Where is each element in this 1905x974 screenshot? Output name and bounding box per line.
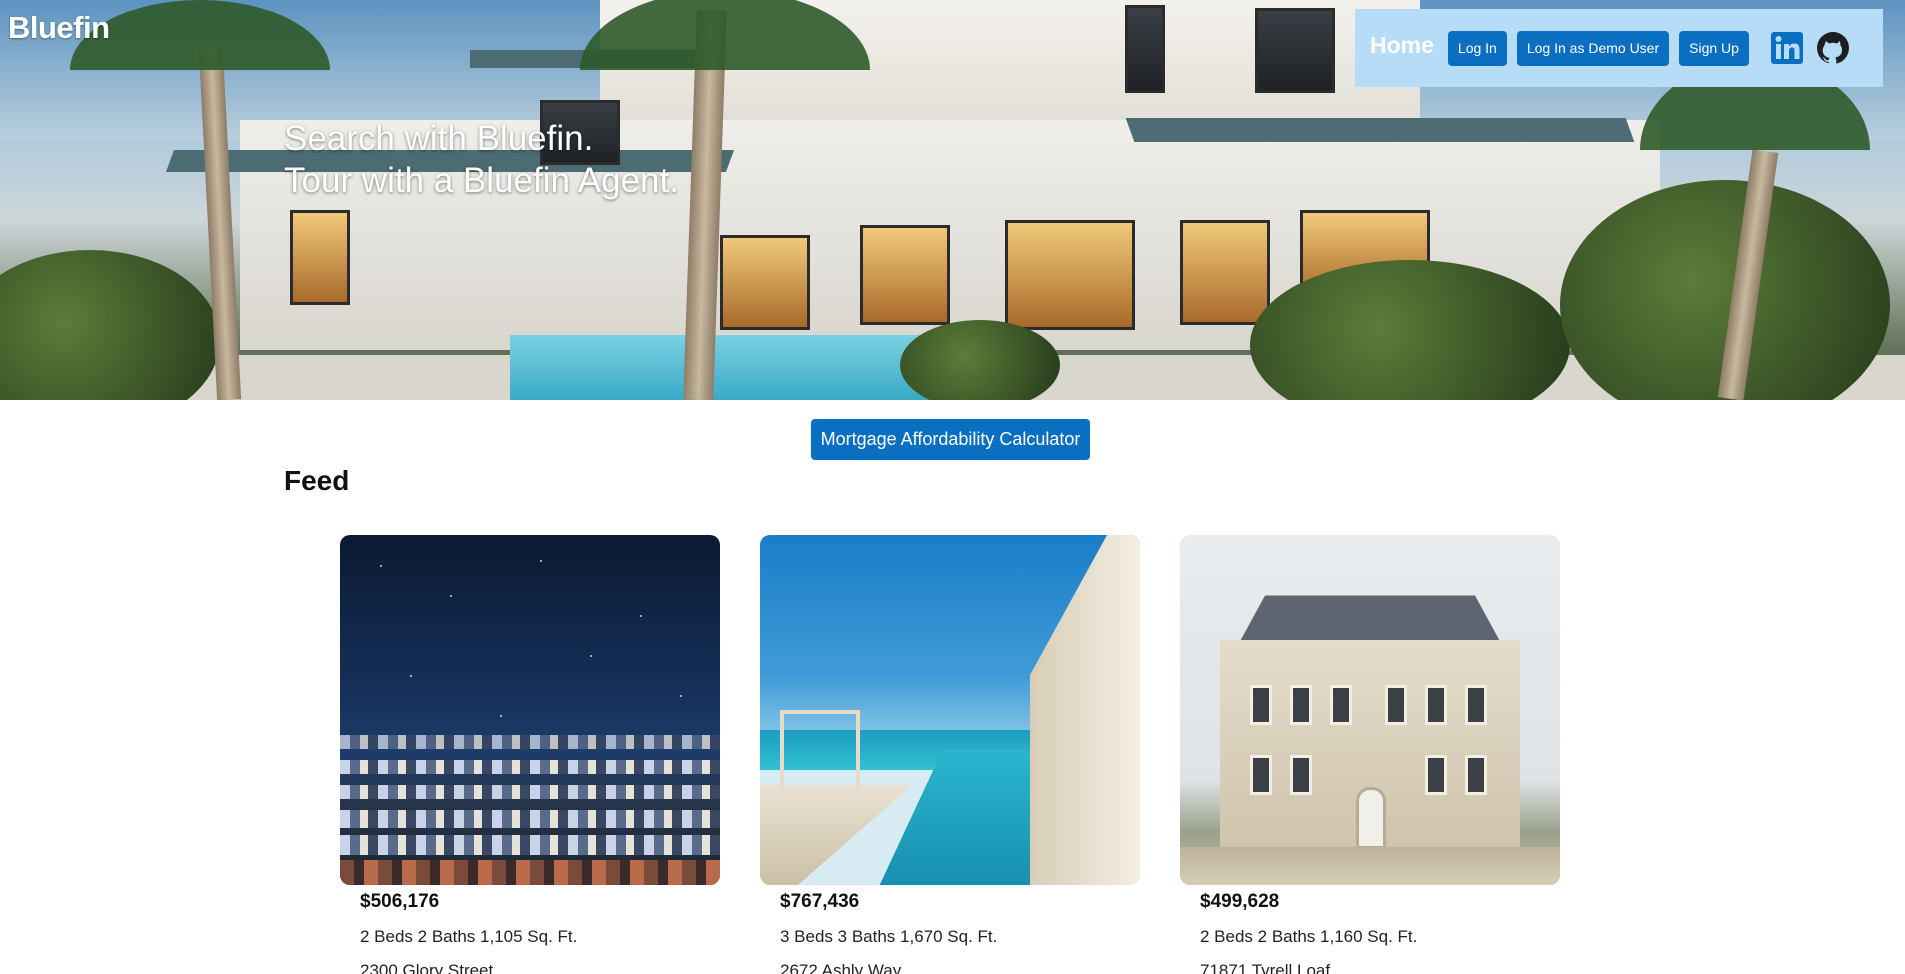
rooftops [340,835,720,855]
demo-login-button[interactable]: Log In as Demo User [1516,30,1670,66]
star [500,715,502,717]
listing-price: $506,176 [360,891,440,912]
listing-card[interactable]: $499,628 2 Beds 2 Baths 1,160 Sq. Ft. 71… [1180,535,1560,974]
chateau-window [1250,755,1272,795]
linkedin-icon[interactable] [1769,30,1805,66]
tagline-line: Search with Bluefin. [284,119,594,158]
hero-tagline: Search with Bluefin. Tour with a Bluefin… [284,118,679,202]
house-window [1125,5,1165,93]
star [450,595,452,597]
chateau-window [1385,685,1407,725]
rooftops [340,860,720,885]
signup-button[interactable]: Sign Up [1679,30,1749,66]
star [380,565,382,567]
chateau-door [1356,787,1386,849]
chateau-window [1290,685,1312,725]
brand-logo[interactable]: Bluefin [8,10,110,46]
building-terrace [1030,535,1140,885]
chateau-roof [1238,595,1502,645]
rooftops [340,760,720,774]
listing-address: 71871 Tyrell Loaf [1200,961,1331,974]
chateau-window [1290,755,1312,795]
feed-heading: Feed [284,465,350,496]
house-window [1005,220,1135,330]
house-window [720,235,810,330]
chateau-window [1250,685,1272,725]
star [410,675,412,677]
listing-price: $499,628 [1200,891,1280,912]
listing-address: 2672 Ashly Way [780,961,902,974]
pergola [780,710,860,790]
house-window [290,210,350,305]
chateau-window [1425,685,1447,725]
chateau-window [1465,685,1487,725]
chateau-window [1465,755,1487,795]
house-roof [1125,118,1635,142]
bush [900,320,1060,400]
top-nav: Home Log In Log In as Demo User Sign Up [1355,9,1883,87]
star [540,560,542,562]
tagline-line: Tour with a Bluefin Agent. [284,161,679,200]
house-window [860,225,950,325]
nav-home-link[interactable]: Home [1370,32,1434,59]
rooftops [340,735,720,749]
github-icon[interactable] [1815,30,1851,66]
rooftops [340,785,720,799]
listing-card[interactable]: $767,436 3 Beds 3 Baths 1,670 Sq. Ft. 26… [760,535,1140,974]
login-button[interactable]: Log In [1447,30,1507,66]
star [680,695,682,697]
bush [0,250,220,400]
mortgage-calculator-button[interactable]: Mortgage Affordability Calculator [811,419,1090,460]
listing-details: 2 Beds 2 Baths 1,105 Sq. Ft. [360,927,578,946]
chateau-window [1425,755,1447,795]
listing-details: 2 Beds 2 Baths 1,160 Sq. Ft. [1200,927,1418,946]
house-window [1255,8,1335,93]
listing-price: $767,436 [780,891,860,912]
listing-image[interactable] [1180,535,1560,885]
listing-image[interactable] [760,535,1140,885]
star [590,655,592,657]
listing-address: 2300 Glory Street [360,961,494,974]
courtyard [1180,847,1560,885]
hero-banner: Bluefin Search with Bluefin. Tour with a… [0,0,1905,400]
listing-details: 3 Beds 3 Baths 1,670 Sq. Ft. [780,927,998,946]
listing-card[interactable]: $506,176 2 Beds 2 Baths 1,105 Sq. Ft. 23… [340,535,720,974]
house-window [1180,220,1270,325]
rooftops [340,810,720,828]
star [640,615,642,617]
listing-image[interactable] [340,535,720,885]
chateau-window [1330,685,1352,725]
